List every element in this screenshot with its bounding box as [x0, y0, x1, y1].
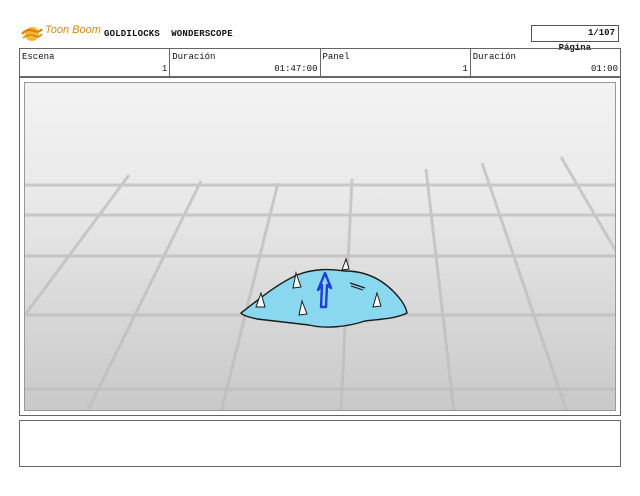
- panel-artwork: [25, 156, 615, 410]
- project-title: GOLDILOCKS WONDERSCOPE: [104, 29, 233, 39]
- panel-label: Panel: [322, 52, 350, 62]
- toon-boom-swirl-icon: [21, 27, 43, 41]
- panel-value: 1: [462, 64, 468, 74]
- panel-cell: Panel 1: [321, 49, 471, 76]
- storyboard-panel[interactable]: [19, 77, 621, 416]
- storyboard-header: Toon Boom GOLDILOCKS WONDERSCOPE Página …: [0, 0, 640, 53]
- panel-duration-label: Duración: [472, 52, 516, 62]
- page-number: 1/107: [587, 28, 615, 38]
- page-indicator: Página 1/107: [531, 25, 619, 53]
- scene-duration-cell: Duración 01:47:00: [170, 49, 321, 76]
- scene-label: Escena: [22, 52, 55, 62]
- scene-info-row: Escena 1 Duración 01:47:00 Panel 1 Durac…: [19, 48, 621, 77]
- logo-wordmark: Toon Boom: [45, 24, 101, 36]
- scene-cell: Escena 1: [20, 49, 171, 76]
- panel-duration-cell: Duración 01:00: [471, 49, 620, 76]
- scene-duration-label: Duración: [172, 52, 216, 62]
- scene-value: 1: [161, 64, 168, 74]
- panel-duration-value: 01:00: [590, 64, 618, 74]
- ice-blob: [239, 257, 408, 328]
- scene-duration-value: 01:47:00: [274, 64, 318, 74]
- panel-drawing[interactable]: [24, 82, 616, 411]
- toon-boom-logo: Toon Boom: [21, 23, 101, 45]
- panel-notes[interactable]: [19, 420, 621, 467]
